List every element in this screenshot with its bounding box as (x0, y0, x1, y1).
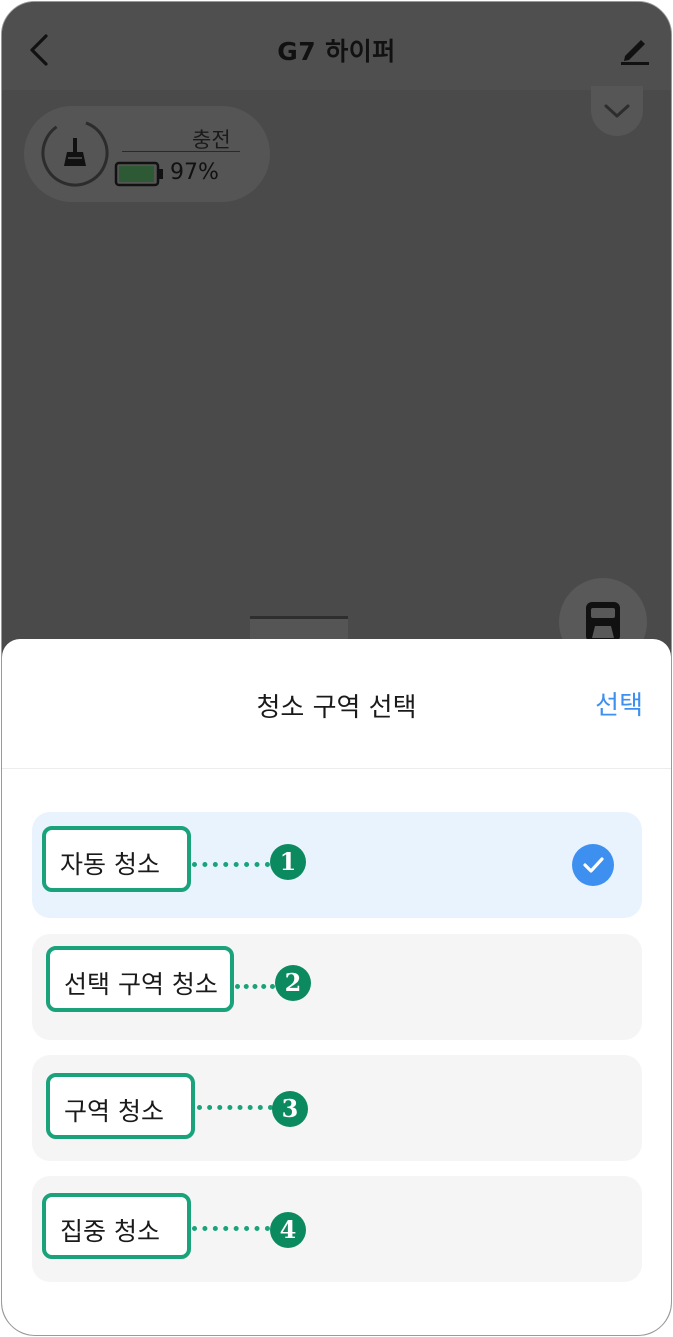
annotation-box: 자동 청소 (42, 826, 191, 892)
chevron-down-icon (604, 104, 630, 118)
annotation-connector (192, 1226, 270, 1231)
annotation-badge: 4 (270, 1212, 306, 1248)
status-divider (122, 151, 240, 152)
sheet-title: 청소 구역 선택 (256, 693, 417, 723)
selected-check-icon (572, 844, 614, 886)
annotation-connector (197, 1105, 273, 1110)
annotation-box: 구역 청소 (46, 1073, 195, 1139)
battery-icon (114, 160, 164, 188)
annotation-connector (235, 984, 275, 989)
option-label: 집중 청소 (60, 1217, 160, 1246)
option-focus-clean[interactable]: 집중 청소 4 (32, 1176, 642, 1282)
map-area[interactable] (2, 202, 671, 642)
annotation-box: 선택 구역 청소 (46, 946, 234, 1012)
sheet-header: 청소 구역 선택 선택 (2, 639, 671, 769)
option-selected-area-clean[interactable]: 선택 구역 청소 2 (32, 934, 642, 1040)
robot-avatar (40, 118, 110, 188)
select-button[interactable]: 선택 (595, 685, 643, 722)
broom-icon (41, 119, 109, 187)
edit-button[interactable] (617, 30, 653, 66)
annotation-badge: 1 (270, 844, 306, 880)
clean-area-sheet: 청소 구역 선택 선택 자동 청소 1 선택 구역 청소 2 구역 청소 3 집… (2, 639, 671, 1335)
annotation-badge: 2 (275, 965, 311, 1001)
annotation-badge: 3 (272, 1091, 308, 1127)
page-title: G7 하이퍼 (277, 37, 396, 66)
sheet-divider (2, 768, 671, 769)
option-label: 선택 구역 청소 (64, 970, 218, 999)
robot-status-card[interactable]: 충전 97% (24, 106, 270, 202)
annotation-connector (192, 862, 270, 867)
status-label: 충전 (192, 128, 231, 152)
option-auto-clean[interactable]: 자동 청소 1 (32, 812, 642, 918)
annotation-box: 집중 청소 (42, 1193, 191, 1259)
battery-percentage: 97% (170, 160, 219, 185)
phone-frame: G7 하이퍼 충전 97% 청소 구역 선택 선택 자동 청소 1 선택 구역 … (1, 1, 672, 1336)
collapse-button[interactable] (591, 86, 643, 136)
option-label: 자동 청소 (60, 850, 160, 879)
option-label: 구역 청소 (64, 1097, 164, 1126)
top-bar: G7 하이퍼 (2, 2, 671, 90)
pencil-icon (621, 40, 649, 65)
option-area-clean[interactable]: 구역 청소 3 (32, 1055, 642, 1161)
